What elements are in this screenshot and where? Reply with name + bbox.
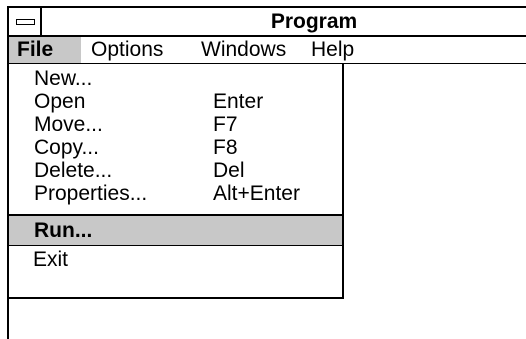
menu-item-new[interactable]: New...: [9, 67, 342, 90]
menu-item-copy[interactable]: Copy... F8: [9, 136, 342, 159]
menu-item-accelerator: Enter: [213, 90, 264, 113]
menu-item-label: Exit: [33, 248, 69, 271]
file-dropdown-menu: New... Open Enter Move... F7 Copy... F8 …: [9, 64, 344, 299]
menu-item-accelerator: F8: [213, 136, 238, 159]
menu-item-exit[interactable]: Exit: [9, 247, 342, 273]
system-menu-icon: [16, 19, 35, 25]
menu-file[interactable]: File: [9, 37, 81, 63]
menu-item-label: Move...: [34, 113, 103, 136]
menu-item-move[interactable]: Move... F7: [9, 113, 342, 136]
menu-item-run[interactable]: Run...: [9, 216, 342, 245]
menu-help[interactable]: Help: [303, 37, 362, 63]
menu-item-accelerator: Alt+Enter: [213, 182, 300, 205]
menu-bar: File Options Windows Help: [9, 37, 526, 64]
menu-item-accelerator: F7: [213, 113, 238, 136]
menu-item-label: New...: [34, 67, 93, 90]
menu-item-label: Run...: [34, 219, 93, 242]
menu-item-accelerator: Del: [213, 159, 245, 182]
menu-item-open[interactable]: Open Enter: [9, 90, 342, 113]
menu-item-label: Delete...: [34, 159, 113, 182]
window-title: Program: [270, 10, 358, 33]
menu-item-delete[interactable]: Delete... Del: [9, 159, 342, 182]
menu-windows[interactable]: Windows: [193, 37, 294, 63]
menu-item-label: Properties...: [34, 182, 148, 205]
program-window: Program File Options Windows Help New...…: [7, 6, 526, 339]
menu-item-label: Copy...: [34, 136, 99, 159]
menu-options[interactable]: Options: [83, 37, 171, 63]
system-menu-button[interactable]: [9, 8, 42, 35]
menu-item-label: Open: [34, 90, 86, 113]
menu-item-properties[interactable]: Properties... Alt+Enter: [9, 182, 342, 205]
menu-separator: [9, 245, 342, 246]
title-bar: Program: [9, 8, 526, 37]
